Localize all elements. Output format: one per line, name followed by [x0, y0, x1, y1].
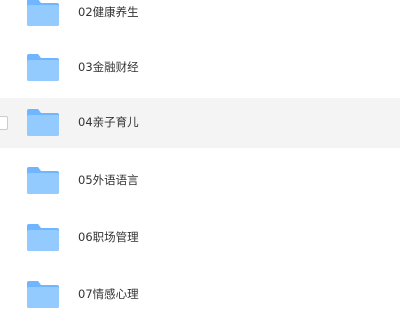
folder-icon: [25, 106, 61, 138]
file-row-02[interactable]: 02健康养生: [0, 0, 400, 38]
file-row-06[interactable]: 06职场管理: [0, 213, 400, 263]
folder-icon: [25, 221, 61, 253]
file-name: 02健康养生: [78, 5, 139, 19]
file-name: 06职场管理: [78, 230, 139, 244]
file-name: 04亲子育儿: [78, 115, 139, 129]
file-name: 05外语语言: [78, 173, 139, 187]
file-list: 02健康养生 03金融财经 04亲子育儿 05外语语言 06职场管理 07情感心…: [0, 0, 400, 308]
file-row-05[interactable]: 05外语语言: [0, 156, 400, 206]
folder-icon: [25, 278, 61, 310]
row-checkbox[interactable]: [0, 116, 8, 130]
folder-icon: [25, 0, 61, 28]
file-name: 03金融财经: [78, 60, 139, 74]
file-row-04[interactable]: 04亲子育儿: [0, 98, 400, 148]
file-name: 07情感心理: [78, 287, 139, 301]
folder-icon: [25, 51, 61, 83]
file-row-07[interactable]: 07情感心理: [0, 270, 400, 320]
folder-icon: [25, 164, 61, 196]
file-row-03[interactable]: 03金融财经: [0, 43, 400, 93]
